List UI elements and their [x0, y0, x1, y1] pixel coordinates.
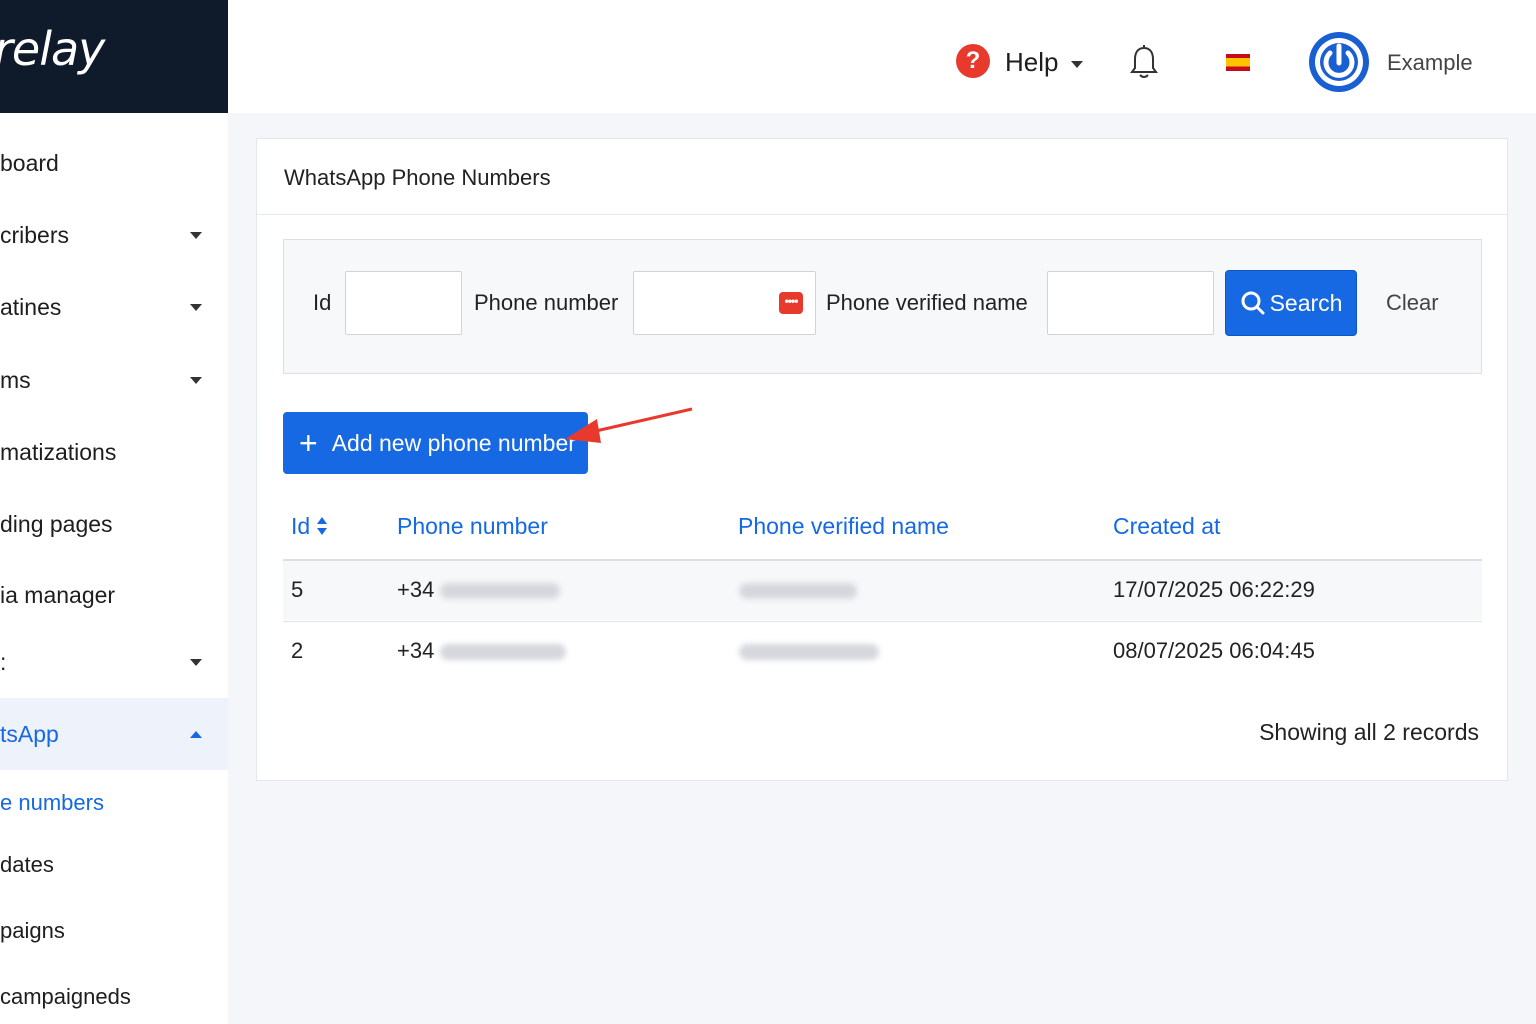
sidebar-item-automatizations[interactable]: matizations: [0, 416, 228, 488]
column-header-verified-name[interactable]: Phone verified name: [738, 513, 949, 540]
id-filter-input[interactable]: [345, 271, 462, 335]
phone-filter-input[interactable]: ••••: [633, 271, 816, 335]
cell-phone-number: +34: [397, 577, 561, 603]
filter-panel: Id Phone number •••• Phone verified name…: [283, 239, 1482, 374]
sidebar-item-label: e numbers: [0, 790, 104, 815]
search-button[interactable]: Search: [1225, 270, 1357, 336]
search-icon: [1241, 291, 1265, 315]
logo: relay: [0, 22, 105, 76]
sidebar-item-label: ding pages: [0, 510, 113, 537]
phone-filter-label: Phone number: [474, 290, 619, 315]
caret-down-icon: [190, 658, 202, 666]
sidebar-item-label: cribers: [0, 221, 70, 248]
sidebar-item-label: matizations: [0, 438, 117, 465]
table-row[interactable]: 5 +34 17/07/2025 06:22:29: [283, 559, 1482, 620]
column-header-phone-number[interactable]: Phone number: [397, 513, 548, 540]
cell-verified-name: [739, 577, 857, 603]
phone-prefix: +34: [397, 638, 435, 663]
search-button-label: Search: [1269, 289, 1343, 316]
redacted-text: [739, 583, 857, 600]
spain-flag-icon[interactable]: [1226, 54, 1250, 71]
caret-down-icon: [190, 231, 202, 239]
divider: [257, 214, 1507, 215]
sidebar-item-collapsed[interactable]: :: [0, 626, 228, 698]
sort-icon[interactable]: [316, 515, 328, 537]
table-row[interactable]: 2 +34 08/07/2025 06:04:45: [283, 621, 1482, 682]
sidebar-item-label: atines: [0, 293, 62, 320]
sidebar-item-media-manager[interactable]: ia manager: [0, 559, 228, 631]
redacted-text: [440, 583, 561, 600]
logo-bar: relay: [0, 0, 228, 113]
redacted-text: [739, 644, 879, 661]
page-title: WhatsApp Phone Numbers: [284, 165, 551, 190]
password-dots-icon[interactable]: ••••: [779, 292, 803, 314]
help-icon[interactable]: ?: [956, 44, 990, 78]
sidebar-item-forms[interactable]: ms: [0, 344, 228, 416]
sidebar-subitem-campaigns[interactable]: paigns: [0, 895, 228, 967]
sidebar: board cribers atines ms matizations ding…: [0, 113, 228, 1024]
phone-prefix: +34: [397, 577, 435, 602]
cell-id: 5: [291, 577, 304, 602]
verified-name-filter-input[interactable]: [1047, 271, 1214, 335]
clear-button[interactable]: Clear: [1386, 290, 1439, 316]
sidebar-item-label: paigns: [0, 918, 65, 943]
annotation-arrow-icon: [565, 407, 693, 443]
sidebar-item-label: dates: [0, 852, 54, 877]
cell-created-at: 17/07/2025 06:22:29: [1113, 577, 1315, 602]
caret-up-icon: [190, 730, 202, 738]
sidebar-item-label: board: [0, 149, 59, 176]
redacted-text: [440, 644, 567, 661]
user-name[interactable]: Example: [1387, 50, 1473, 76]
phone-numbers-card: WhatsApp Phone Numbers Id Phone number •…: [256, 138, 1508, 781]
sidebar-item-label: ms: [0, 366, 31, 393]
caret-down-icon: [190, 376, 202, 384]
sidebar-item-landing-pages[interactable]: ding pages: [0, 488, 228, 560]
sidebar-item-subscribers[interactable]: cribers: [0, 199, 228, 271]
sidebar-item-routines[interactable]: atines: [0, 271, 228, 343]
chevron-down-icon[interactable]: [1071, 61, 1083, 68]
plus-icon: +: [299, 425, 318, 461]
id-filter-label: Id: [313, 290, 332, 315]
sidebar-item-whatsapp[interactable]: tsApp: [0, 698, 228, 770]
add-phone-number-label: Add new phone number: [331, 429, 576, 456]
sidebar-item-label: ia manager: [0, 581, 116, 608]
bell-icon[interactable]: [1128, 44, 1160, 80]
add-phone-number-button[interactable]: + Add new phone number: [283, 412, 588, 474]
cell-id: 2: [291, 638, 304, 663]
records-count: Showing all 2 records: [1259, 719, 1479, 745]
sidebar-item-label: campaigneds: [0, 984, 131, 1009]
caret-down-icon: [190, 303, 202, 311]
sidebar-subitem-campaigneds[interactable]: campaigneds: [0, 961, 228, 1024]
sidebar-item-dashboard[interactable]: board: [0, 127, 228, 199]
help-menu-label[interactable]: Help: [1005, 47, 1058, 78]
cell-created-at: 08/07/2025 06:04:45: [1113, 638, 1315, 663]
cell-verified-name: [739, 638, 879, 664]
power-icon[interactable]: [1306, 26, 1372, 98]
sidebar-item-label: tsApp: [0, 720, 59, 747]
cell-phone-number: +34: [397, 638, 567, 664]
column-header-id[interactable]: Id: [291, 513, 310, 540]
verified-name-filter-label: Phone verified name: [826, 290, 1028, 315]
top-header: ? Help Example: [228, 0, 1536, 113]
column-header-created-at[interactable]: Created at: [1113, 513, 1220, 540]
sidebar-item-label: :: [0, 648, 7, 675]
sidebar-subitem-templates[interactable]: dates: [0, 829, 228, 901]
